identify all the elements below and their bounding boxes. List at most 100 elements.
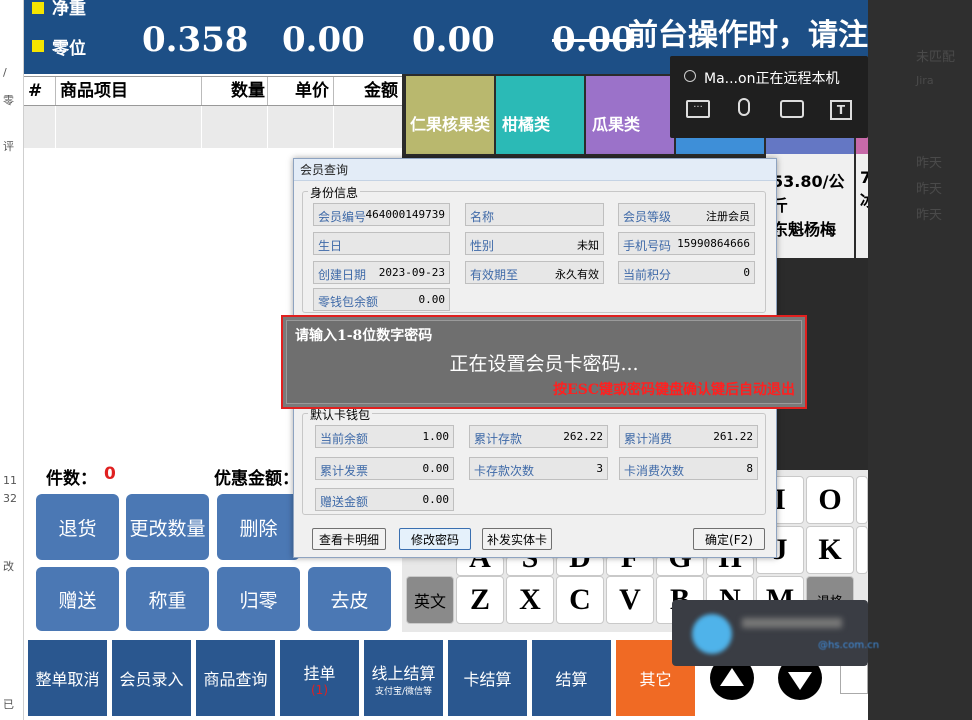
key-english[interactable]: 英文: [406, 576, 454, 624]
delete-button[interactable]: 删除: [217, 494, 300, 560]
category-button[interactable]: 柑橘类: [496, 76, 584, 154]
return-button[interactable]: 退货: [36, 494, 119, 560]
cancel-order-button[interactable]: 整单取消: [28, 640, 107, 716]
confirm-button[interactable]: 确定(F2): [693, 528, 765, 550]
zero-label: 零位: [52, 39, 86, 59]
zero-button[interactable]: 归零: [217, 567, 300, 631]
held-count: (1): [311, 683, 328, 697]
online-checkout-button[interactable]: 线上结算 支付宝/微信等: [364, 640, 443, 716]
birthday-field: 生日: [313, 232, 450, 255]
bg-text: 改: [3, 560, 14, 573]
col-item: 商品项目: [56, 77, 202, 105]
keyboard-mouse-icon[interactable]: [780, 100, 804, 118]
total-deposit-field: 累计存款 262.22: [469, 425, 608, 448]
tare-button[interactable]: 去皮: [308, 567, 391, 631]
bg-text: 评: [3, 140, 14, 153]
password-prompt: 请输入1-8位数字密码 正在设置会员卡密码... 按ESC键或密码键盘确认键后自…: [281, 315, 807, 409]
category-button[interactable]: 瓜果类: [586, 76, 674, 154]
key-d[interactable]: D: [556, 556, 604, 576]
col-qty: 数量: [202, 77, 268, 105]
view-card-detail-button[interactable]: 查看卡明细: [312, 528, 386, 550]
bg-text: 零: [3, 94, 14, 107]
weight-value: 0.358: [142, 20, 249, 60]
key-v[interactable]: V: [606, 576, 654, 624]
change-password-button[interactable]: 修改密码: [399, 528, 471, 550]
notice-marquee: 前台操作时，请注: [628, 18, 868, 53]
invoice-field: 累计发票 0.00: [315, 457, 454, 480]
original-amount-value: 0.00: [552, 20, 635, 60]
checkout-button[interactable]: 结算: [532, 640, 611, 716]
microphone-icon[interactable]: [738, 98, 750, 116]
password-prompt-title: 请输入1-8位数字密码: [295, 328, 433, 344]
table-header: # 商品项目 数量 单价 金额: [24, 76, 402, 106]
product-tile[interactable]: 7 冰: [856, 154, 868, 258]
phone-field: 手机号码 15990864666: [618, 232, 755, 255]
avatar: [692, 614, 732, 654]
balance-field: 当前余额 1.00: [315, 425, 454, 448]
card-checkout-button[interactable]: 卡结算: [448, 640, 527, 716]
remote-control-banner: Ma...on正在远程本机 ··· T: [670, 56, 868, 138]
deposit-count-field: 卡存款次数 3: [469, 457, 608, 480]
created-date-field: 创建日期 2023-09-23: [313, 261, 450, 284]
dialog-title: 会员查询: [294, 159, 776, 181]
member-entry-button[interactable]: 会员录入: [112, 640, 191, 716]
weigh-button[interactable]: 称重: [126, 567, 209, 631]
key-g[interactable]: G: [656, 556, 704, 576]
background-window-right: 未匹配 Jira 昨天 昨天 昨天: [868, 0, 972, 720]
table-row[interactable]: [24, 106, 402, 148]
change-quantity-button[interactable]: 更改数量: [126, 494, 209, 560]
discount-label: 优惠金额：: [214, 469, 299, 489]
key-k[interactable]: K: [806, 526, 854, 574]
key-f[interactable]: F: [606, 556, 654, 576]
bg-text: 32: [3, 492, 17, 505]
key-l[interactable]: [856, 526, 868, 574]
key-p[interactable]: [856, 476, 868, 524]
total-spend-field: 累计消费 261.22: [619, 425, 758, 448]
amount-value: 0.00: [412, 20, 495, 60]
user-icon: [684, 70, 696, 82]
popup-email: @hs.com.cn: [818, 640, 880, 651]
bg-text: 未匹配: [916, 50, 956, 65]
points-field: 当前积分 0: [618, 261, 755, 284]
password-prompt-message: 正在设置会员卡密码...: [449, 353, 639, 375]
name-field: 名称: [465, 203, 604, 226]
key-c[interactable]: C: [556, 576, 604, 624]
bg-text: 昨天: [916, 208, 943, 223]
price-value: 0.00: [282, 20, 365, 60]
identity-group-title: 身份信息: [308, 184, 361, 201]
bg-text: /: [3, 66, 7, 79]
password-prompt-panel: 请输入1-8位数字密码 正在设置会员卡密码... 按ESC键或密码键盘确认键后自…: [286, 320, 802, 404]
key-z[interactable]: Z: [456, 576, 504, 624]
password-prompt-hint: 按ESC键或密码键盘确认键后自动退出: [553, 382, 795, 398]
key-h[interactable]: H: [706, 556, 754, 576]
blurred-text: [742, 618, 842, 628]
text-icon[interactable]: T: [830, 100, 852, 120]
notification-popup[interactable]: @hs.com.cn: [672, 600, 879, 666]
category-button[interactable]: 仁果核果类: [406, 76, 494, 154]
status-indicator: [32, 40, 44, 52]
valid-until-field: 有效期至 永久有效: [465, 261, 604, 284]
spend-count-field: 卡消费次数 8: [619, 457, 758, 480]
bg-text: 已: [3, 698, 14, 711]
gift-button[interactable]: 赠送: [36, 567, 119, 631]
chat-icon[interactable]: ···: [686, 100, 710, 118]
product-tile[interactable]: 53.80/公斤 东魁杨梅: [766, 154, 854, 258]
col-index: #: [24, 77, 56, 105]
net-weight-label: 净重: [52, 0, 86, 19]
key-s[interactable]: S: [506, 556, 554, 576]
key-o[interactable]: O: [806, 476, 854, 524]
key-a[interactable]: A: [456, 556, 504, 576]
wallet-field: 零钱包余额 0.00: [313, 288, 450, 311]
extra-input[interactable]: [840, 664, 868, 694]
gender-field: 性别 未知: [465, 232, 604, 255]
gift-amount-field: 赠送金额 0.00: [315, 488, 454, 511]
key-x[interactable]: X: [506, 576, 554, 624]
product-search-button[interactable]: 商品查询: [196, 640, 275, 716]
col-amount: 金额: [364, 81, 398, 101]
hold-order-button[interactable]: 挂单 (1): [280, 640, 359, 716]
bg-text: 昨天: [916, 182, 943, 197]
reissue-card-button[interactable]: 补发实体卡: [482, 528, 552, 550]
bg-text: Jira: [916, 74, 934, 87]
item-count-value: 0: [104, 464, 116, 484]
bg-text: 11: [3, 474, 17, 487]
